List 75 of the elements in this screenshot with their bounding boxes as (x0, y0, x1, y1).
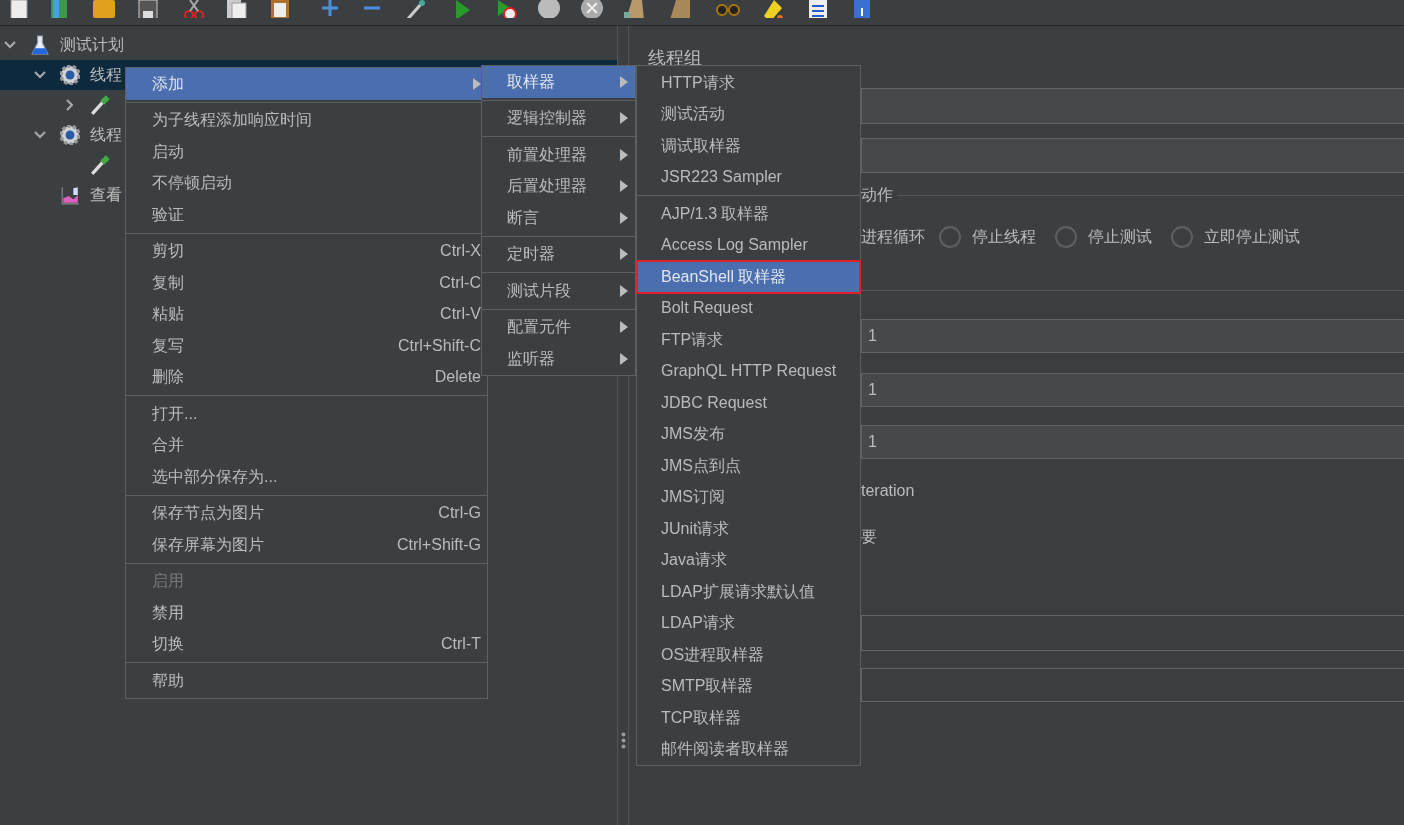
menu-item[interactable]: 取样器 (482, 66, 635, 98)
menu-item[interactable]: JDBC Request (637, 387, 860, 419)
tree-item-label[interactable]: 线程 (90, 123, 122, 147)
text-field[interactable] (861, 668, 1404, 702)
chevron-down-icon[interactable] (34, 69, 46, 81)
menu-item[interactable]: 打开... (126, 398, 487, 430)
menu-item[interactable]: 测试片段 (482, 275, 635, 307)
pipette-icon (90, 155, 110, 175)
radio-button[interactable]: 立即停止测试 (1171, 225, 1300, 249)
menu-item[interactable]: 保存节点为图片 Ctrl-G (126, 497, 487, 529)
radio-button[interactable]: 停止线程 (939, 225, 1036, 249)
chart-icon (60, 185, 80, 205)
menu-item[interactable]: 断言 (482, 202, 635, 234)
gear-icon (60, 125, 80, 145)
menu-item[interactable]: 切换 Ctrl-T (126, 628, 487, 660)
menu-item[interactable]: 选中部分保存为... (126, 461, 487, 493)
pipette-icon (90, 95, 110, 115)
tree-item-label[interactable]: 线程 (90, 63, 122, 87)
menu-item[interactable]: 禁用 (126, 597, 487, 629)
field-label: 要 (861, 527, 878, 547)
menu-item[interactable]: HTTP请求 (637, 67, 860, 99)
text-field[interactable] (861, 88, 1404, 124)
menu-item[interactable]: JUnit请求 (637, 513, 860, 545)
menu-item[interactable]: Bolt Request (637, 292, 860, 324)
menu-item[interactable]: LDAP扩展请求默认值 (637, 576, 860, 608)
list-icon[interactable] (806, 0, 830, 18)
menu-item[interactable]: 保存屏幕为图片 Ctrl+Shift-G (126, 529, 487, 561)
menu-item[interactable]: TCP取样器 (637, 702, 860, 734)
text-field[interactable] (861, 138, 1404, 173)
chevron-down-icon[interactable] (4, 39, 16, 51)
shutdown-icon[interactable] (580, 0, 604, 18)
menu-item[interactable]: 测试活动 (637, 98, 860, 130)
radio-button[interactable]: 停止测试 (1055, 225, 1152, 249)
stop-icon[interactable] (537, 0, 561, 18)
text-field[interactable] (861, 615, 1404, 651)
menu-item[interactable]: JMS点到点 (637, 450, 860, 482)
text-field[interactable]: 1 (861, 373, 1404, 407)
text-field[interactable]: 1 (861, 425, 1404, 459)
menu-item[interactable]: GraphQL HTTP Request (637, 355, 860, 387)
field-label: teration (861, 481, 916, 501)
gear-icon (60, 65, 80, 85)
menu-item[interactable]: JMS发布 (637, 418, 860, 450)
menu-item[interactable]: BeanShell 取样器 (637, 261, 860, 293)
tree-item-label[interactable]: 测试计划 (60, 33, 124, 57)
menu-item[interactable]: AJP/1.3 取样器 (637, 198, 860, 230)
panel-title: 线程组 (648, 47, 703, 69)
menu-item[interactable]: 定时器 (482, 238, 635, 270)
paste-icon[interactable] (268, 0, 292, 18)
menu-item[interactable]: JMS订阅 (637, 481, 860, 513)
menu-item[interactable]: LDAP请求 (637, 607, 860, 639)
menu-item[interactable]: OS进程取样器 (637, 639, 860, 671)
group-legend: 动作 (861, 183, 893, 207)
chevron-right-icon[interactable] (64, 99, 76, 111)
splitter-handle-icon[interactable] (620, 732, 626, 749)
menu-item[interactable]: 配置元件 (482, 311, 635, 343)
menu-item[interactable]: Access Log Sampler (637, 229, 860, 261)
copy-icon[interactable] (225, 0, 249, 18)
menu-item[interactable]: 帮助 (126, 665, 487, 697)
menu-item[interactable]: JSR223 Sampler (637, 161, 860, 193)
scissors-icon[interactable] (182, 0, 206, 18)
chevron-down-icon[interactable] (34, 129, 46, 141)
text-field[interactable]: 1 (861, 319, 1404, 353)
menu-item[interactable]: 调试取样器 (637, 130, 860, 162)
menu-item[interactable]: FTP请求 (637, 324, 860, 356)
radio-label: 进程循环 (861, 227, 925, 247)
menu-item[interactable]: 前置处理器 (482, 139, 635, 171)
folder-icon[interactable] (92, 0, 116, 18)
menu-item[interactable]: SMTP取样器 (637, 670, 860, 702)
menu-item[interactable]: 合并 (126, 429, 487, 461)
menu-item[interactable]: Java请求 (637, 544, 860, 576)
menu-item[interactable]: 逻辑控制器 (482, 102, 635, 134)
menu-item[interactable]: 后置处理器 (482, 170, 635, 202)
menu-item[interactable]: 邮件阅读者取样器 (637, 733, 860, 765)
flask-icon (30, 35, 50, 55)
tree-item-label[interactable]: 查看 (90, 183, 122, 207)
